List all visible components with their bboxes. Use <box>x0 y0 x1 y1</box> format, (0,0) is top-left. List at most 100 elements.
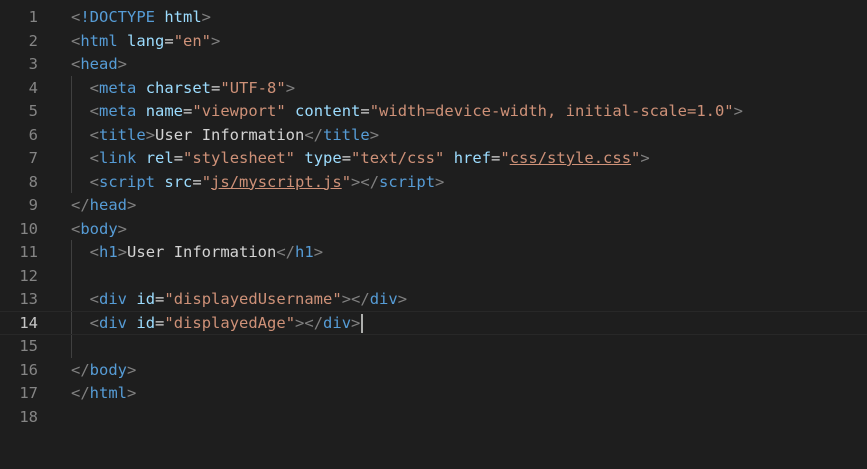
code-token-str: "text/css" <box>351 149 445 167</box>
code-line[interactable]: 2 <html lang="en"> <box>0 29 867 53</box>
code-token-punc: > <box>313 243 324 261</box>
code-token-punc: < <box>89 313 100 332</box>
code-line[interactable]: 14 <div id="displayedAge"></div> <box>0 310 867 335</box>
code-token-punc: < <box>89 290 100 308</box>
code-token-attr: lang <box>127 31 165 50</box>
code-token-link[interactable]: css/style.css <box>510 149 631 167</box>
code-text: <link rel="stylesheet" type="text/css" h… <box>71 146 650 170</box>
code-token-punc: </ <box>71 196 90 214</box>
code-token-punc: > <box>351 313 361 332</box>
code-token-str: "displayedUsername" <box>164 290 342 308</box>
code-token-punc: </ <box>71 360 90 379</box>
line-number: 6 <box>28 125 38 144</box>
code-token-attr: src <box>164 172 193 191</box>
code-text: </head> <box>71 193 136 217</box>
line-number: 17 <box>19 384 38 402</box>
code-token-punc: > <box>640 149 650 167</box>
code-text: <title>User Information</title> <box>71 123 379 147</box>
code-line[interactable]: 13 <div id="displayedUsername"></div> <box>0 287 867 311</box>
code-token-eq: = <box>211 78 221 97</box>
line-number: 13 <box>19 290 38 308</box>
line-number: 16 <box>19 360 38 379</box>
code-token-str: " <box>341 172 352 191</box>
code-line[interactable]: 12 <box>0 264 867 288</box>
code-line[interactable]: 9 </head> <box>0 193 867 217</box>
code-line[interactable]: 7 <link rel="stylesheet" type="text/css"… <box>0 146 867 170</box>
code-token-tag: body <box>80 219 118 238</box>
code-token-eq: = <box>341 149 352 167</box>
code-token-tag: h1 <box>99 243 118 261</box>
code-token-str: "displayedAge" <box>164 313 296 332</box>
code-token-attr: name <box>145 102 184 120</box>
code-token-eq: = <box>164 31 174 50</box>
code-token-tag: script <box>379 172 436 191</box>
code-token-punc: > <box>211 31 221 50</box>
code-token-tag: div <box>369 290 398 308</box>
code-line[interactable]: 10 <body> <box>0 217 867 241</box>
line-number: 5 <box>28 102 38 120</box>
code-token-punc: </ <box>71 384 90 402</box>
code-token-eq: = <box>491 149 501 167</box>
code-token-eq: = <box>155 313 165 332</box>
code-line[interactable]: 8 <script src="js/myscript.js"></script> <box>0 170 867 194</box>
code-token-punc: > <box>117 243 128 261</box>
code-token-link[interactable]: js/myscript.js <box>211 173 342 191</box>
line-number: 11 <box>19 243 38 261</box>
code-token-tag: div <box>99 313 128 332</box>
code-token-punc: > <box>117 55 128 73</box>
code-token-tag: meta <box>99 102 137 120</box>
code-line[interactable]: 16 </body> <box>0 358 867 382</box>
code-token-str: "UTF-8" <box>220 78 286 97</box>
code-text: <h1>User Information</h1> <box>71 240 323 264</box>
code-line[interactable]: 11 <h1>User Information</h1> <box>0 240 867 264</box>
code-token-punc: > <box>369 125 380 144</box>
code-token-tag: div <box>99 290 128 308</box>
code-line[interactable]: 6 <title>User Information</title> <box>0 123 867 147</box>
text-cursor <box>361 313 364 333</box>
code-text: <head> <box>71 52 127 76</box>
code-token-punc: > <box>201 8 212 26</box>
code-line[interactable]: 1 <!DOCTYPE html> <box>0 5 867 29</box>
code-line[interactable]: 18 <box>0 405 867 429</box>
code-token-attr: charset <box>145 78 212 97</box>
code-text: <html lang="en"> <box>71 29 220 53</box>
code-token-punc: < <box>71 219 81 238</box>
code-line[interactable]: 5 <meta name="viewport" content="width=d… <box>0 99 867 123</box>
code-token-punc: < <box>71 55 81 73</box>
code-token-punc: < <box>89 149 100 167</box>
code-token-str: "viewport" <box>192 102 286 120</box>
code-line[interactable]: 4 <meta charset="UTF-8"> <box>0 76 867 100</box>
code-token-eq: = <box>192 172 202 191</box>
code-text: <!DOCTYPE html> <box>71 5 211 29</box>
code-token-punc: < <box>89 172 100 191</box>
code-line[interactable]: 17 </html> <box>0 381 867 405</box>
code-token-attr: content <box>295 102 361 120</box>
code-token-str: "en" <box>173 31 212 50</box>
code-token-punc: ></ <box>351 172 380 191</box>
line-number: 7 <box>28 149 38 167</box>
line-number: 14 <box>19 313 38 332</box>
code-token-str: "width=device-width, initial-scale=1.0" <box>369 102 734 120</box>
code-line[interactable]: 3 <head> <box>0 52 867 76</box>
code-editor[interactable]: 1 <!DOCTYPE html> 2 <html lang="en"> 3 <head>… <box>0 0 867 469</box>
code-text: <meta charset="UTF-8"> <box>71 76 295 100</box>
code-token-tag: head <box>80 55 118 73</box>
code-token-eq: = <box>360 102 370 120</box>
line-number: 2 <box>28 31 38 50</box>
code-line[interactable]: 15 <box>0 334 867 358</box>
code-token-attr: type <box>304 149 342 167</box>
code-text: </body> <box>71 358 136 382</box>
code-token-attr: id <box>136 290 156 308</box>
